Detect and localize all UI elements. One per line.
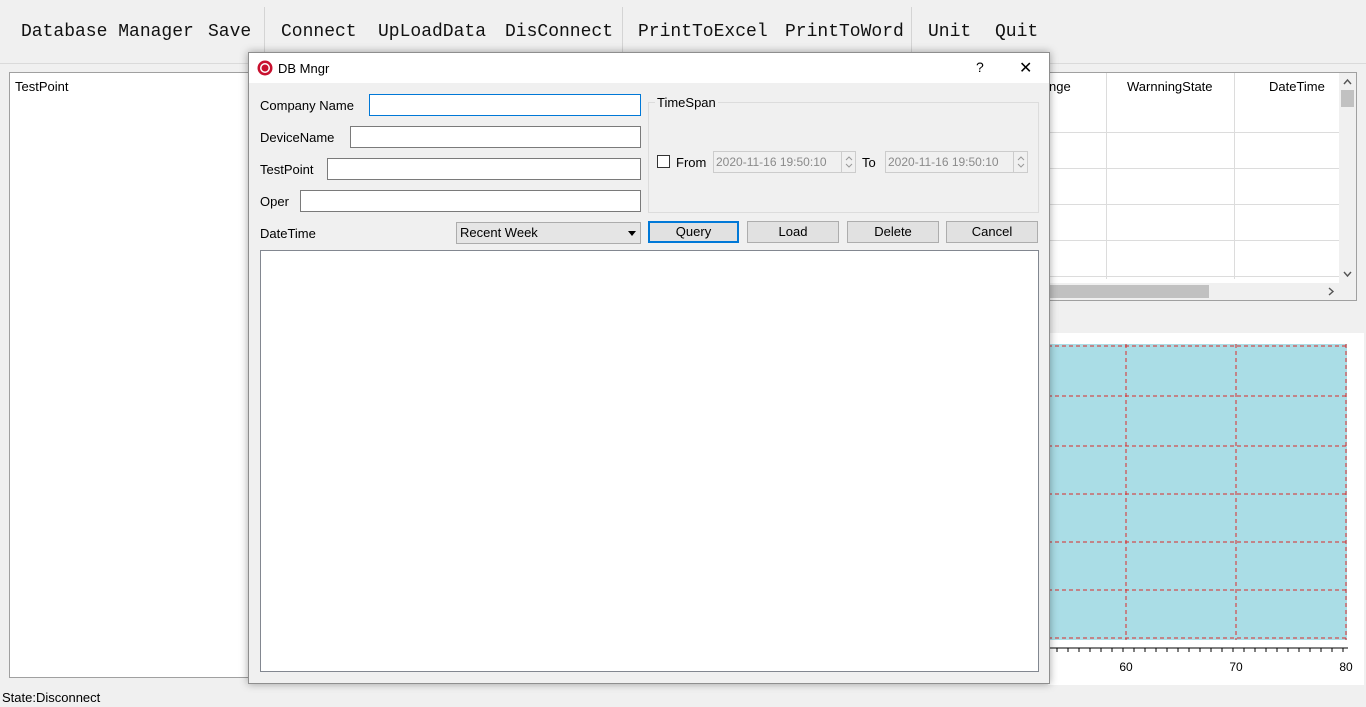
scroll-thumb [1049, 285, 1209, 298]
from-datetime-picker[interactable]: 2020-11-16 19:50:10 [713, 151, 856, 173]
delete-button[interactable]: Delete [847, 221, 939, 243]
datetime-range-value: Recent Week [460, 225, 538, 240]
company-name-input[interactable] [369, 94, 641, 116]
cancel-button[interactable]: Cancel [946, 221, 1038, 243]
spin-icon[interactable] [841, 152, 855, 172]
quit-button[interactable]: Quit [995, 22, 1038, 42]
to-label: To [862, 155, 876, 170]
status-bar: State:Disconnect [2, 690, 101, 705]
disconnect-button[interactable]: DisConnect [505, 22, 613, 42]
tree-header: TestPoint [15, 79, 69, 94]
x-tick-label: 70 [1229, 660, 1243, 674]
unit-button[interactable]: Unit [928, 22, 971, 42]
app-icon [257, 60, 273, 76]
to-datetime-picker[interactable]: 2020-11-16 19:50:10 [885, 151, 1028, 173]
chevron-down-icon [628, 231, 636, 236]
device-name-input[interactable] [350, 126, 641, 148]
toolbar-separator [911, 7, 912, 57]
timespan-label: TimeSpan [655, 95, 718, 110]
to-datetime-value: 2020-11-16 19:50:10 [888, 155, 999, 169]
close-icon[interactable]: ✕ [1019, 58, 1032, 78]
print-to-excel-button[interactable]: PrintToExcel [638, 22, 768, 42]
grid-column-divider [1234, 73, 1235, 279]
column-header-warnning-state[interactable]: WarnningState [1127, 79, 1213, 94]
help-icon[interactable]: ? [976, 59, 984, 75]
save-button[interactable]: Save [208, 22, 251, 42]
plot-area [1048, 344, 1347, 640]
from-label: From [676, 155, 707, 170]
scroll-up-icon [1343, 78, 1352, 85]
from-datetime-value: 2020-11-16 19:50:10 [716, 155, 827, 169]
vertical-scrollbar-graphic [1341, 78, 1354, 278]
datetime-label: DateTime [260, 226, 316, 241]
spin-icon[interactable] [1013, 152, 1027, 172]
grid-row-divider [1049, 132, 1339, 133]
results-list[interactable] [260, 250, 1039, 672]
grid-row-divider [1049, 168, 1339, 169]
x-tick-label: 60 [1119, 660, 1133, 674]
testpoint-input[interactable] [327, 158, 641, 180]
scroll-down-icon [1343, 271, 1352, 278]
print-to-word-button[interactable]: PrintToWord [785, 22, 904, 42]
dialog-title: DB Mngr [278, 61, 330, 76]
grid-row-divider [1049, 276, 1339, 277]
vertical-scrollbar[interactable] [1339, 73, 1356, 285]
from-checkbox[interactable] [657, 155, 670, 168]
datetime-range-select[interactable]: Recent Week [456, 222, 641, 244]
data-grid[interactable]: nge WarnningState DateTime [1048, 72, 1357, 301]
oper-label: Oper [260, 194, 289, 209]
grid-row-divider [1049, 240, 1339, 241]
chart: 60 70 80 [1045, 344, 1353, 674]
scroll-thumb [1341, 90, 1354, 107]
chart-panel: 60 70 80 [1045, 333, 1364, 685]
database-manager-button[interactable]: Database Manager [21, 22, 194, 42]
testpoint-label: TestPoint [260, 162, 314, 177]
scroll-right-icon [1328, 287, 1335, 296]
upload-data-button[interactable]: UpLoadData [378, 22, 486, 42]
device-name-label: DeviceName [260, 130, 335, 145]
oper-input[interactable] [300, 190, 641, 212]
connect-button[interactable]: Connect [281, 22, 357, 42]
testpoint-tree[interactable]: TestPoint [9, 72, 259, 678]
column-header-datetime[interactable]: DateTime [1269, 79, 1325, 94]
grid-row-divider [1049, 204, 1339, 205]
toolbar-separator [622, 7, 623, 57]
load-button[interactable]: Load [747, 221, 839, 243]
x-tick-label: 80 [1339, 660, 1353, 674]
db-manager-dialog: DB Mngr ? ✕ Company Name DeviceName Test… [248, 52, 1050, 684]
company-name-label: Company Name [260, 98, 354, 113]
toolbar-separator [264, 7, 265, 57]
column-header-range[interactable]: nge [1049, 79, 1071, 94]
dialog-title-bar[interactable]: DB Mngr ? ✕ [249, 53, 1049, 83]
horizontal-scrollbar-graphic [1049, 285, 1335, 298]
horizontal-scrollbar[interactable] [1049, 283, 1356, 300]
grid-column-divider [1106, 73, 1107, 279]
query-button[interactable]: Query [648, 221, 739, 243]
